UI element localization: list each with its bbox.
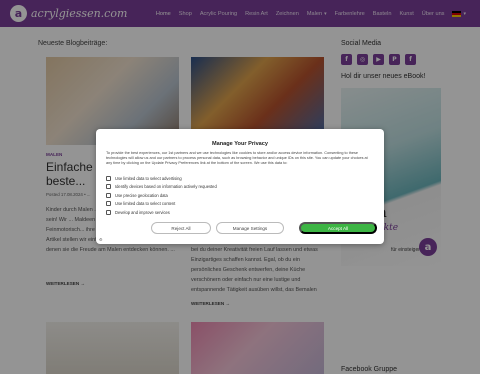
purpose-item: Develop and improve services <box>106 208 217 217</box>
purpose-label: Use limited data to select content <box>115 201 176 207</box>
purpose-label: Identify devices based on information ac… <box>115 184 217 190</box>
accept-all-button[interactable]: Accept All <box>299 222 377 234</box>
purpose-label: Develop and improve services <box>115 209 170 215</box>
purpose-list: Use limited data to select advertising I… <box>106 174 217 217</box>
purpose-icon <box>106 175 111 181</box>
purpose-label: Use limited data to select advertising <box>115 175 182 181</box>
purpose-label: Use precise geolocation data <box>115 192 168 198</box>
manage-settings-button[interactable]: Manage Settings <box>216 222 284 234</box>
purpose-item: Identify devices based on information ac… <box>106 183 217 192</box>
reject-all-button[interactable]: Reject All <box>151 222 211 234</box>
modal-title: Manage Your Privacy <box>211 141 269 147</box>
purpose-item: Use precise geolocation data <box>106 191 217 200</box>
purpose-icon <box>106 201 111 207</box>
purpose-icon <box>106 192 111 198</box>
modal-description: To provide the best experiences, our 1st… <box>106 151 368 165</box>
cookie-icon[interactable]: ⚙ <box>99 237 103 242</box>
privacy-modal: Manage Your Privacy To provide the best … <box>96 129 384 244</box>
purpose-icon <box>106 209 111 215</box>
purpose-item: Use limited data to select content <box>106 200 217 209</box>
purpose-item: Use limited data to select advertising <box>106 174 217 183</box>
purpose-icon <box>106 184 111 190</box>
